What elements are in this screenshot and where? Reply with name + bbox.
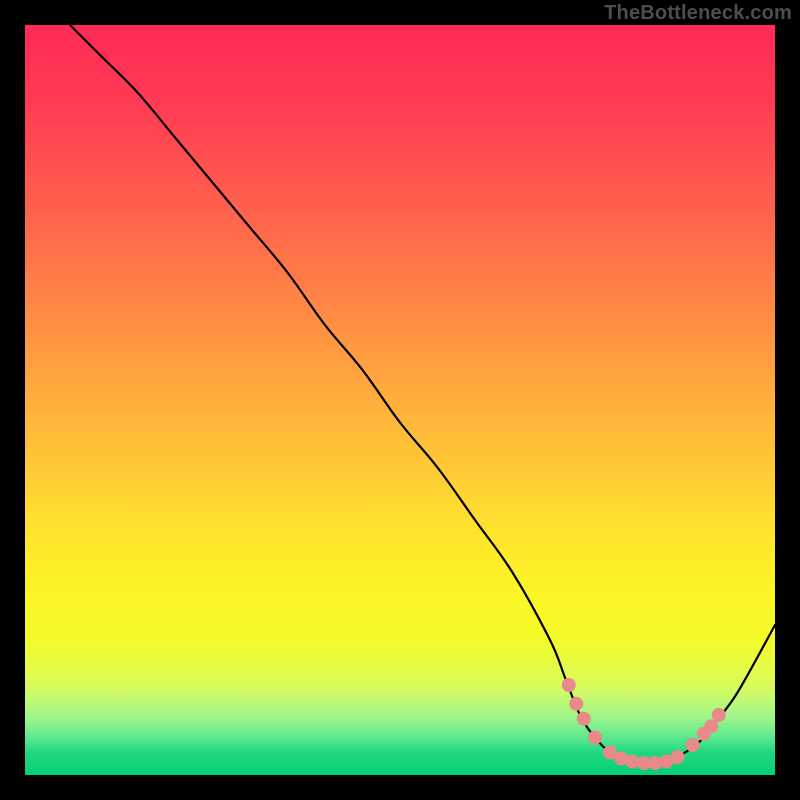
chart-frame: TheBottleneck.com xyxy=(0,0,800,800)
marker-dot xyxy=(588,731,602,745)
marker-dot xyxy=(686,738,700,752)
marker-dot xyxy=(569,697,583,711)
marker-dot xyxy=(671,750,685,764)
marker-dot xyxy=(562,678,576,692)
bottleneck-curve-line xyxy=(70,25,775,764)
bottleneck-chart xyxy=(25,25,775,775)
highlight-markers xyxy=(562,678,726,770)
marker-dot xyxy=(577,712,591,726)
marker-dot xyxy=(712,708,726,722)
plot-area xyxy=(25,25,775,775)
watermark-text: TheBottleneck.com xyxy=(604,2,792,25)
